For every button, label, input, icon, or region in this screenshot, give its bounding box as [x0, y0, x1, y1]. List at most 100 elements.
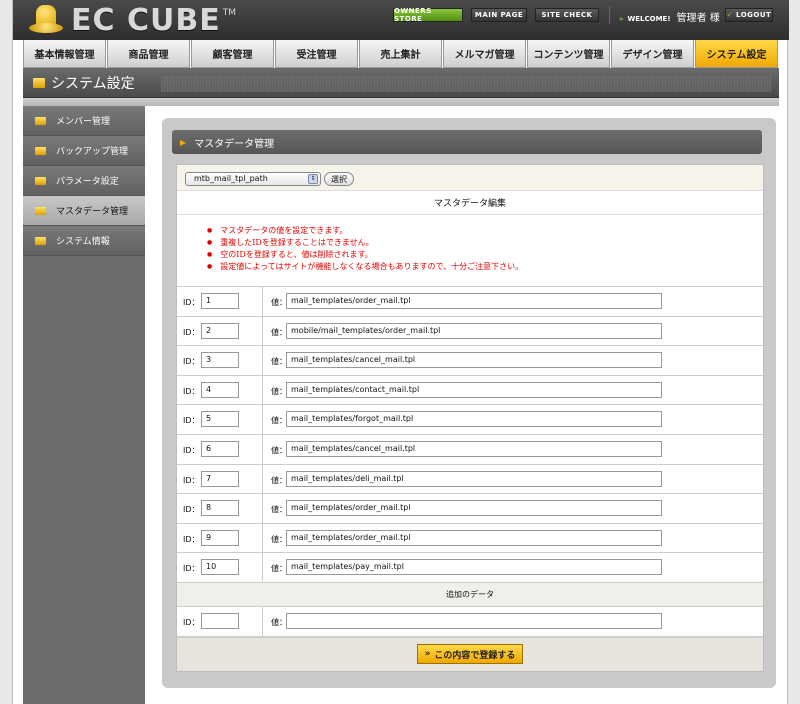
value-label: 値： — [271, 357, 287, 367]
double-arrow-icon: » — [424, 649, 431, 659]
sidebar-item-members[interactable]: メンバー管理 — [23, 106, 145, 136]
note-item: 重複したIDを登録することはできません。 — [207, 237, 763, 249]
nav-tab-contents[interactable]: コンテンツ管理 — [527, 40, 610, 68]
data-row: ID： 8 値： mail_templates/order_mail.tpl — [177, 494, 763, 524]
site-check-button[interactable]: SITE CHECK — [535, 8, 599, 22]
check-icon: ✓ — [726, 11, 734, 19]
triangle-right-icon: ▶ — [180, 137, 187, 147]
id-input[interactable]: 1 — [201, 293, 239, 309]
value-label: 値： — [271, 475, 287, 485]
panel-title: マスタデータ管理 — [194, 138, 275, 150]
main-page-button[interactable]: MAIN PAGE — [471, 8, 527, 22]
id-input[interactable]: 7 — [201, 470, 239, 487]
double-arrow-icon: » — [619, 15, 624, 23]
sidebar-item-label: システム情報 — [56, 237, 110, 247]
select-button[interactable]: 選択 — [324, 172, 354, 186]
id-input[interactable]: 2 — [201, 322, 239, 339]
page-title-bar: システム設定 — [23, 68, 779, 98]
edit-form: mtb_mail_tpl_path ⇕ 選択 マスタデータ編集 マスタデータの値… — [176, 164, 764, 672]
section-title: マスタデータ編集 — [177, 191, 763, 215]
data-row: ID： 7 値： mail_templates/deli_mail.tpl — [177, 464, 763, 495]
value-input[interactable]: mail_templates/contact_mail.tpl — [286, 381, 662, 398]
folder-icon — [33, 78, 45, 88]
nav-tab-system[interactable]: システム設定 — [695, 40, 778, 68]
form-footer: » この内容で登録する — [177, 637, 763, 671]
sidebar-item-backup[interactable]: バックアップ管理 — [23, 136, 145, 166]
header-divider — [609, 6, 610, 24]
id-label: ID： — [183, 564, 200, 574]
data-row: ID： 9 値： mail_templates/order_mail.tpl — [177, 523, 763, 554]
id-input[interactable]: 6 — [201, 440, 239, 457]
data-row: ID： 2 値： mobile/mail_templates/order_mail.… — [177, 316, 763, 347]
id-label: ID： — [183, 475, 200, 485]
note-item: 空のIDを登録すると、値は削除されます。 — [207, 249, 763, 261]
new-data-row: ID： 値： — [177, 606, 763, 637]
folder-icon — [35, 146, 46, 155]
user-name: 管理者 様 — [676, 13, 720, 24]
value-input[interactable]: mobile/mail_templates/order_mail.tpl — [286, 322, 662, 339]
sidebar-item-masterdata[interactable]: マスタデータ管理 — [23, 196, 145, 226]
nav-tab-design[interactable]: デザイン管理 — [611, 40, 694, 68]
value-label: 値： — [271, 505, 287, 515]
select-value: mtb_mail_tpl_path — [194, 174, 268, 183]
nav-tab-basic-info[interactable]: 基本情報管理 — [23, 40, 106, 68]
id-label: ID： — [183, 445, 200, 455]
nav-tab-orders[interactable]: 受注管理 — [275, 40, 358, 68]
sidebar: メンバー管理 バックアップ管理 パラメータ設定 マスタデータ管理 システム情報 — [23, 106, 145, 704]
value-label: 値： — [271, 445, 287, 455]
sidebar-item-parameters[interactable]: パラメータ設定 — [23, 166, 145, 196]
value-label: 値： — [271, 416, 287, 426]
value-input[interactable]: mail_templates/pay_mail.tpl — [286, 559, 662, 576]
value-label: 値： — [271, 386, 287, 396]
id-input[interactable]: 8 — [201, 500, 239, 517]
id-input[interactable]: 10 — [201, 559, 239, 576]
logo-text: EC CUBE — [71, 2, 221, 38]
id-label: ID： — [183, 298, 200, 307]
value-input[interactable]: mail_templates/forgot_mail.tpl — [286, 411, 662, 428]
id-input[interactable]: 3 — [201, 352, 239, 369]
register-button[interactable]: » この内容で登録する — [417, 644, 523, 664]
master-data-select[interactable]: mtb_mail_tpl_path ⇕ — [185, 172, 321, 186]
ec-cube-logo[interactable]: EC CUBE TM — [29, 2, 236, 38]
nav-tab-customers[interactable]: 顧客管理 — [191, 40, 274, 68]
logo-tm: TM — [222, 8, 236, 18]
id-input[interactable]: 9 — [201, 529, 239, 546]
value-input[interactable]: mail_templates/order_mail.tpl — [286, 529, 662, 546]
value-input[interactable]: mail_templates/order_mail.tpl — [286, 293, 662, 309]
title-stripe — [161, 76, 771, 92]
nav-tab-products[interactable]: 商品管理 — [107, 40, 190, 68]
folder-icon — [35, 206, 46, 215]
logout-button[interactable]: ✓ LOGOUT — [725, 8, 773, 22]
main-nav: 基本情報管理 商品管理 顧客管理 受注管理 売上集計 メルマガ管理 コンテンツ管… — [23, 40, 779, 68]
master-data-panel: ▶ マスタデータ管理 mtb_mail_tpl_path ⇕ 選択 マスタデータ… — [162, 118, 776, 688]
id-label: ID： — [183, 386, 200, 396]
sidebar-item-label: マスタデータ管理 — [56, 207, 129, 217]
id-label: ID： — [183, 357, 200, 367]
owners-store-button[interactable]: OWNERS STORE — [393, 7, 463, 23]
value-input[interactable]: mail_templates/cancel_mail.tpl — [286, 352, 662, 369]
id-input[interactable]: 5 — [201, 411, 239, 428]
new-value-input[interactable] — [286, 612, 662, 629]
value-label: 値： — [271, 534, 287, 544]
data-row: ID： 5 値： mail_templates/forgot_mail.tpl — [177, 405, 763, 435]
sub-bar — [23, 98, 779, 106]
nav-tab-sales[interactable]: 売上集計 — [359, 40, 442, 68]
id-label: ID： — [183, 416, 200, 426]
data-row: ID： 3 値： mail_templates/cancel_mail.tpl — [177, 346, 763, 376]
value-label: 値： — [271, 617, 287, 627]
id-input[interactable]: 4 — [201, 381, 239, 398]
value-input[interactable]: mail_templates/order_mail.tpl — [286, 500, 662, 517]
folder-icon — [35, 236, 46, 245]
value-input[interactable]: mail_templates/deli_mail.tpl — [286, 470, 662, 487]
chevron-updown-icon: ⇕ — [308, 174, 318, 184]
new-id-input[interactable] — [201, 612, 239, 629]
id-label: ID： — [183, 327, 200, 337]
nav-tab-mailmagazine[interactable]: メルマガ管理 — [443, 40, 526, 68]
folder-icon — [35, 176, 46, 185]
top-bar: EC CUBE TM OWNERS STORE MAIN PAGE SITE C… — [13, 0, 789, 40]
sidebar-item-system-info[interactable]: システム情報 — [23, 226, 145, 256]
notes-list: マスタデータの値を設定できます。 重複したIDを登録することはできません。 空の… — [177, 215, 763, 287]
register-button-label: この内容で登録する — [434, 650, 516, 661]
value-input[interactable]: mail_templates/cancel_mail.tpl — [286, 440, 662, 457]
data-rows: ID： 1 値： mail_templates/order_mail.tpl ID：… — [177, 287, 763, 637]
